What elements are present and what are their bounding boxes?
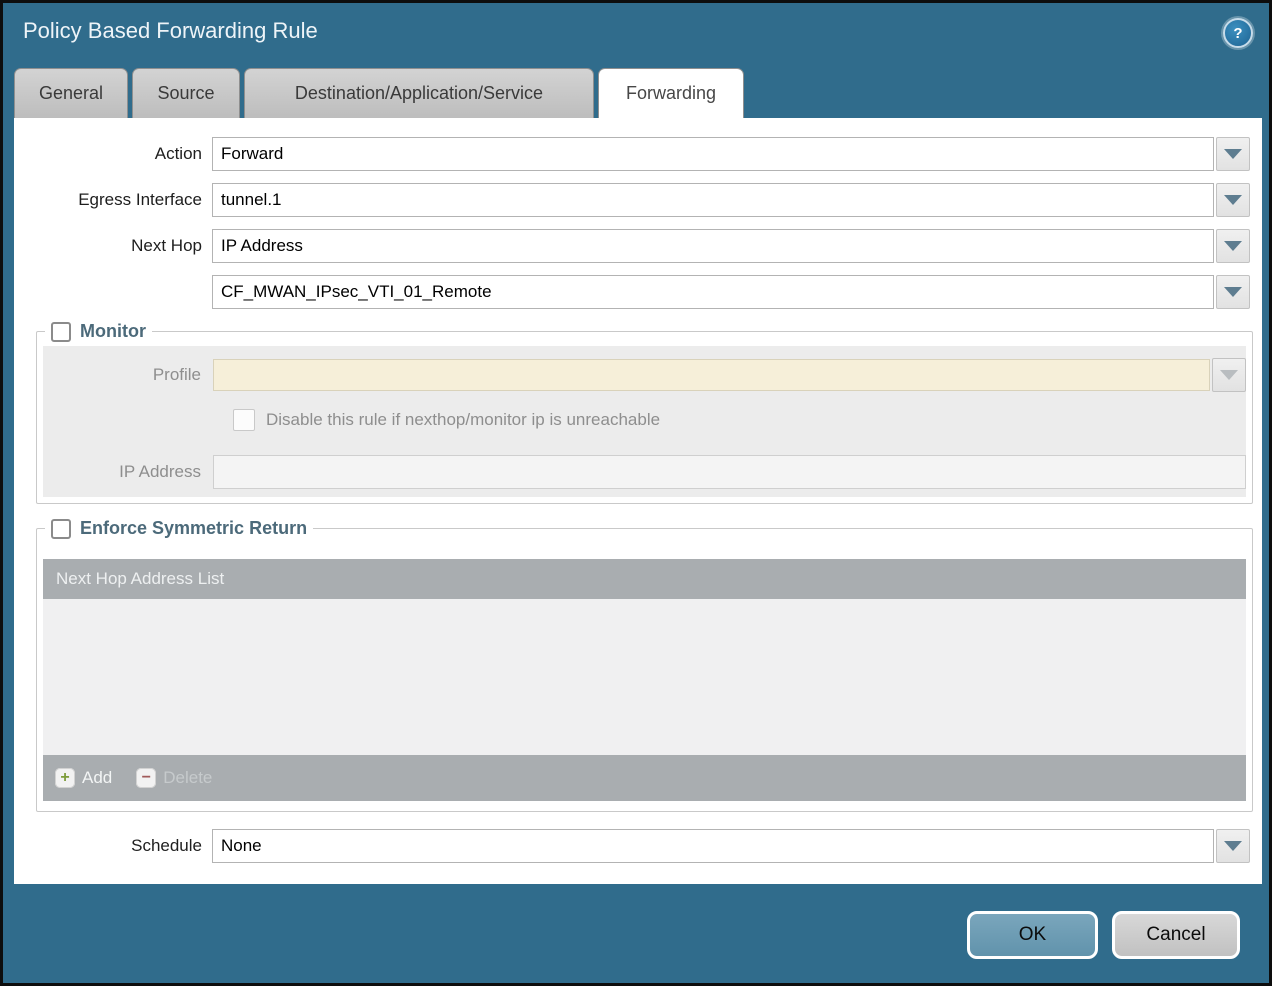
chevron-down-icon bbox=[1224, 195, 1242, 205]
profile-input bbox=[213, 359, 1210, 391]
enforce-symmetric-return-legend: Enforce Symmetric Return bbox=[45, 518, 313, 539]
tab-source[interactable]: Source bbox=[132, 68, 240, 118]
delete-button-label: Delete bbox=[163, 768, 212, 788]
ok-button[interactable]: OK bbox=[967, 911, 1098, 959]
egress-interface-label: Egress Interface bbox=[14, 190, 212, 210]
help-icon[interactable]: ? bbox=[1223, 18, 1253, 48]
next-hop-address-list-table: Next Hop Address List + Add − Delete bbox=[43, 559, 1246, 801]
enforce-symmetric-return-checkbox[interactable] bbox=[51, 519, 71, 539]
tab-forwarding[interactable]: Forwarding bbox=[598, 68, 744, 118]
minus-icon: − bbox=[136, 768, 156, 788]
next-hop-type-dropdown-button[interactable] bbox=[1216, 229, 1250, 263]
next-hop-type-input[interactable] bbox=[212, 229, 1214, 263]
table-toolbar: + Add − Delete bbox=[43, 755, 1246, 801]
action-input[interactable] bbox=[212, 137, 1214, 171]
schedule-input[interactable] bbox=[212, 829, 1214, 863]
next-hop-address-row bbox=[14, 275, 1262, 309]
schedule-label: Schedule bbox=[14, 836, 212, 856]
schedule-dropdown-button[interactable] bbox=[1216, 829, 1250, 863]
egress-interface-dropdown-button[interactable] bbox=[1216, 183, 1250, 217]
delete-button[interactable]: − Delete bbox=[136, 768, 212, 788]
monitor-fieldset: Monitor Profile Disable this rule if nex… bbox=[36, 321, 1253, 504]
forwarding-tab-panel: Action Egress Interface Next Hop Monitor bbox=[14, 118, 1262, 884]
enforce-symmetric-return-legend-label: Enforce Symmetric Return bbox=[80, 518, 307, 539]
profile-label: Profile bbox=[43, 365, 213, 385]
dialog-title: Policy Based Forwarding Rule bbox=[23, 18, 318, 44]
profile-dropdown-button bbox=[1212, 358, 1246, 392]
tab-bar: General Source Destination/Application/S… bbox=[14, 68, 1269, 118]
next-hop-address-dropdown-button[interactable] bbox=[1216, 275, 1250, 309]
cancel-button[interactable]: Cancel bbox=[1112, 911, 1240, 959]
monitor-ip-address-label: IP Address bbox=[43, 462, 213, 482]
chevron-down-icon bbox=[1224, 841, 1242, 851]
next-hop-row: Next Hop bbox=[14, 229, 1262, 263]
disable-rule-checkbox bbox=[233, 409, 255, 431]
tab-destination-application-service[interactable]: Destination/Application/Service bbox=[244, 68, 594, 118]
monitor-ip-address-row: IP Address bbox=[43, 455, 1246, 489]
monitor-checkbox[interactable] bbox=[51, 322, 71, 342]
table-body-empty bbox=[43, 599, 1246, 755]
disable-rule-row: Disable this rule if nexthop/monitor ip … bbox=[233, 409, 1246, 431]
dialog-footer: OK Cancel bbox=[3, 884, 1269, 959]
monitor-legend: Monitor bbox=[45, 321, 152, 342]
egress-interface-row: Egress Interface bbox=[14, 183, 1262, 217]
action-row: Action bbox=[14, 137, 1262, 171]
chevron-down-icon bbox=[1224, 287, 1242, 297]
monitor-legend-label: Monitor bbox=[80, 321, 146, 342]
monitor-panel: Profile Disable this rule if nexthop/mon… bbox=[43, 346, 1246, 497]
profile-row: Profile bbox=[43, 358, 1246, 392]
chevron-down-icon bbox=[1224, 241, 1242, 251]
next-hop-address-input[interactable] bbox=[212, 275, 1214, 309]
egress-interface-input[interactable] bbox=[212, 183, 1214, 217]
title-bar: Policy Based Forwarding Rule ? bbox=[3, 3, 1269, 68]
chevron-down-icon bbox=[1220, 370, 1238, 380]
disable-rule-label: Disable this rule if nexthop/monitor ip … bbox=[266, 410, 660, 430]
add-button-label: Add bbox=[82, 768, 112, 788]
tab-general[interactable]: General bbox=[14, 68, 128, 118]
schedule-row: Schedule bbox=[14, 829, 1262, 863]
enforce-symmetric-return-fieldset: Enforce Symmetric Return Next Hop Addres… bbox=[36, 518, 1253, 812]
pbf-rule-dialog: { "dialog": { "title": "Policy Based For… bbox=[0, 0, 1272, 986]
action-dropdown-button[interactable] bbox=[1216, 137, 1250, 171]
next-hop-label: Next Hop bbox=[14, 236, 212, 256]
monitor-ip-address-input bbox=[213, 455, 1246, 489]
chevron-down-icon bbox=[1224, 149, 1242, 159]
plus-icon: + bbox=[55, 768, 75, 788]
action-label: Action bbox=[14, 144, 212, 164]
table-header-next-hop-address-list: Next Hop Address List bbox=[43, 559, 1246, 599]
add-button[interactable]: + Add bbox=[55, 768, 112, 788]
